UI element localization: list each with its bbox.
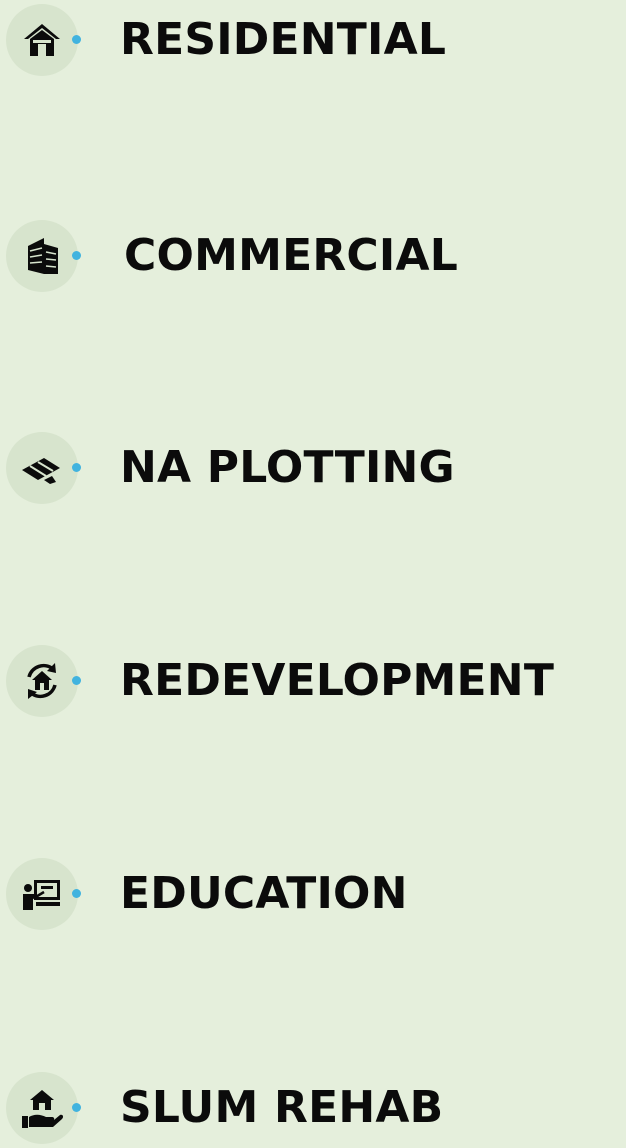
category-label: EDUCATION	[120, 868, 408, 919]
bullet-dot	[72, 35, 81, 44]
category-item-education[interactable]: EDUCATION	[0, 854, 626, 934]
icon-circle	[6, 1072, 78, 1144]
category-label: RESIDENTIAL	[120, 14, 447, 65]
hand-house-icon	[22, 1090, 64, 1128]
category-label: COMMERCIAL	[124, 230, 458, 281]
office-building-icon	[28, 238, 58, 274]
bullet-dot	[72, 889, 81, 898]
category-label: NA PLOTTING	[120, 442, 455, 493]
teacher-board-icon	[23, 880, 60, 910]
bullet-dot	[72, 676, 81, 685]
category-label: SLUM REHAB	[120, 1082, 444, 1133]
category-item-redevelopment[interactable]: REDEVELOPMENT	[0, 641, 626, 721]
icon-circle	[6, 220, 78, 292]
icon-circle	[6, 858, 78, 930]
land-plot-icon	[22, 458, 60, 484]
icon-circle	[6, 645, 78, 717]
category-item-slum-rehab[interactable]: SLUM REHAB	[0, 1068, 626, 1148]
category-item-residential[interactable]: RESIDENTIAL	[0, 0, 626, 80]
category-item-na-plotting[interactable]: NA PLOTTING	[0, 428, 626, 508]
category-item-commercial[interactable]: COMMERCIAL	[0, 216, 626, 296]
house-cycle-icon	[27, 663, 57, 699]
house-icon	[24, 24, 60, 56]
bullet-dot	[72, 463, 81, 472]
bullet-dot	[72, 1103, 81, 1112]
icon-circle	[6, 432, 78, 504]
bullet-dot	[72, 251, 81, 260]
category-label: REDEVELOPMENT	[120, 655, 555, 706]
icon-circle	[6, 4, 78, 76]
